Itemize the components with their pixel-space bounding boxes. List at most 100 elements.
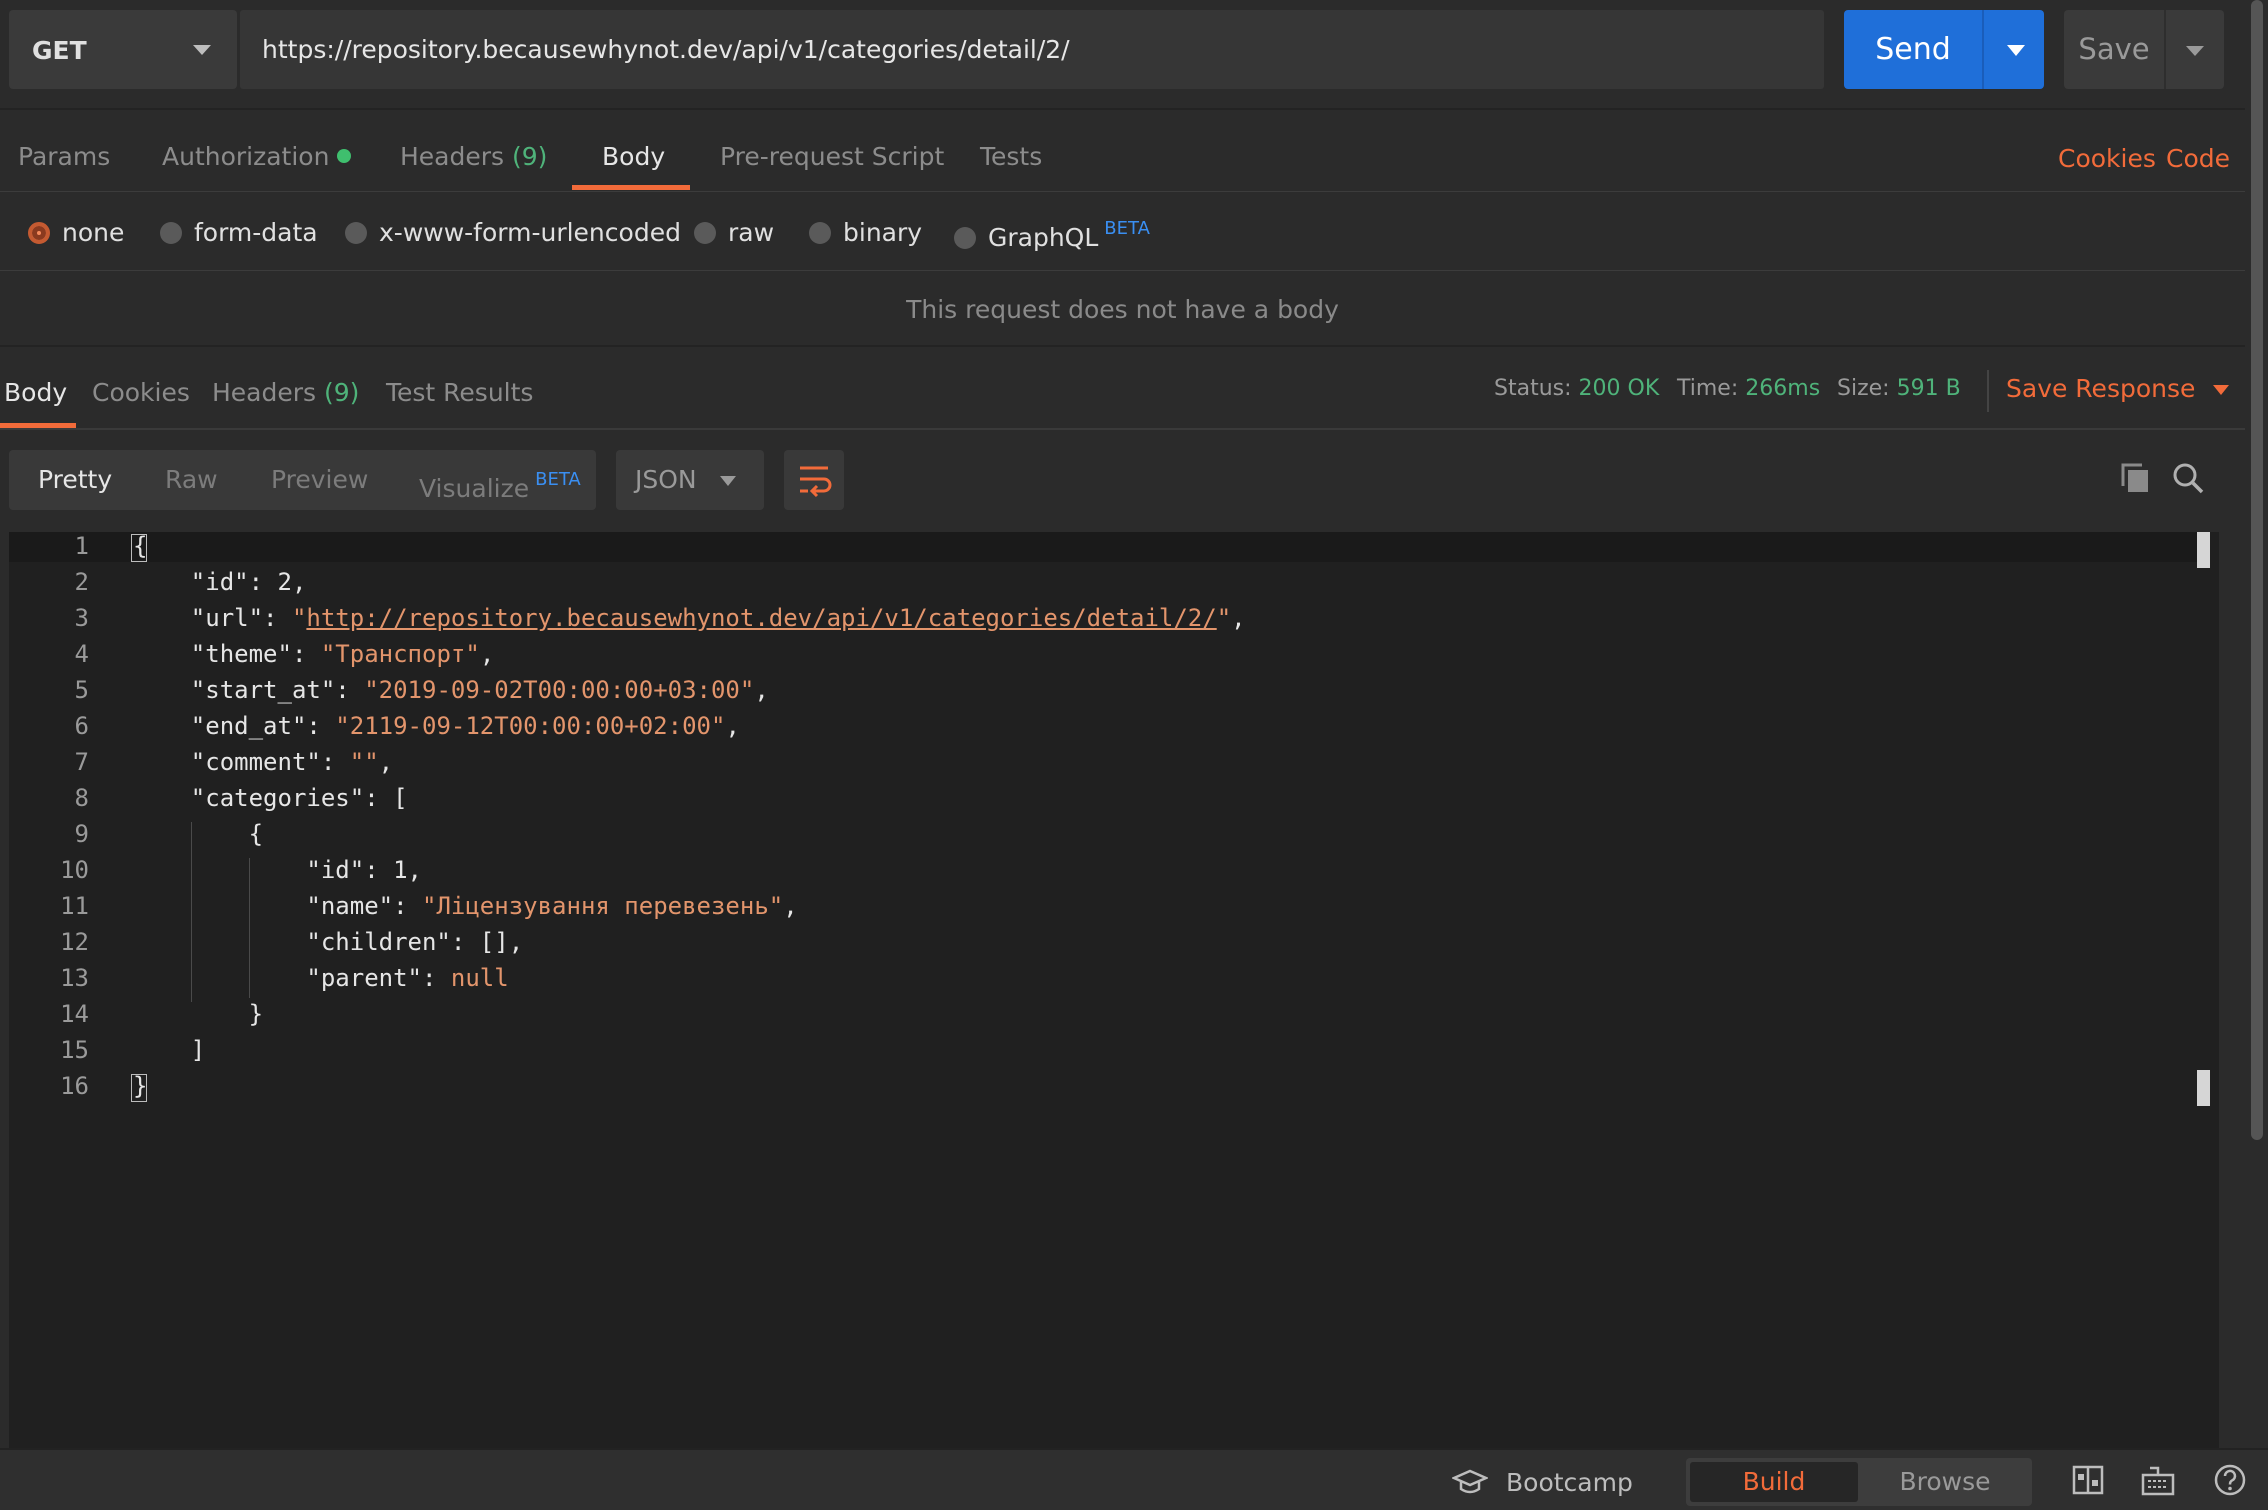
bootcamp-button[interactable]: Bootcamp	[1450, 1468, 1633, 1497]
line-number: 12	[60, 928, 89, 956]
view-pretty-button[interactable]: Pretty	[38, 450, 112, 510]
radio-graphql[interactable]: GraphQL BETA	[954, 218, 1150, 252]
view-preview-button[interactable]: Preview	[271, 450, 368, 510]
keyboard-shortcuts-icon[interactable]	[2140, 1462, 2176, 1498]
code-line: "start_at": "2019-09-02T00:00:00+03:00",	[190, 676, 769, 704]
editor-scrollbar-thumb[interactable]	[2197, 532, 2210, 568]
response-tab-test-results[interactable]: Test Results	[386, 378, 533, 407]
save-options-chevron-icon[interactable]	[2186, 46, 2204, 56]
method-dropdown[interactable]: GET	[9, 10, 237, 89]
tab-body[interactable]: Body	[602, 142, 665, 171]
code-link[interactable]: Code	[2166, 144, 2230, 173]
response-tab-body[interactable]: Body	[4, 378, 67, 407]
send-options-chevron-icon[interactable]	[2007, 45, 2025, 56]
build-browse-toggle: Build Browse	[1686, 1458, 2032, 1506]
radio-form-data[interactable]: form-data	[160, 218, 318, 247]
chevron-down-icon	[193, 45, 211, 55]
format-dropdown[interactable]: JSON	[616, 450, 764, 510]
tab-headers[interactable]: Headers (9)	[400, 142, 547, 171]
chevron-down-icon	[2213, 385, 2230, 395]
tab-tests[interactable]: Tests	[980, 142, 1042, 171]
cookies-link[interactable]: Cookies	[2058, 144, 2156, 173]
request-tabs: Params Authorization Headers (9) Body Pr…	[0, 112, 2245, 192]
code-line: "url": "http://repository.becausewhynot.…	[190, 604, 1246, 632]
radio-binary-label: binary	[843, 218, 923, 247]
bracket: [	[393, 784, 408, 812]
code-line: ]	[133, 1036, 205, 1064]
code-line: "parent": null	[306, 964, 509, 992]
radio-icon	[954, 227, 976, 249]
radio-urlencoded[interactable]: x-www-form-urlencoded	[345, 218, 681, 247]
json-key: "id"	[190, 568, 249, 596]
method-label: GET	[32, 36, 87, 65]
radio-none-label: none	[62, 218, 125, 247]
line-number: 3	[74, 604, 89, 632]
status-bar: Bootcamp Build Browse	[0, 1448, 2268, 1510]
radio-raw[interactable]: raw	[694, 218, 774, 247]
line-number: 8	[74, 784, 89, 812]
send-button[interactable]: Send	[1844, 10, 2044, 89]
search-icon[interactable]	[2168, 458, 2208, 498]
view-raw-button[interactable]: Raw	[165, 450, 218, 510]
code-line: }	[133, 1000, 263, 1028]
help-icon[interactable]	[2212, 1462, 2248, 1498]
no-body-message: This request does not have a body	[0, 272, 2245, 347]
bootcamp-label: Bootcamp	[1506, 1468, 1633, 1497]
status-label: Status:	[1494, 376, 1572, 401]
wrap-lines-icon	[800, 466, 832, 498]
radio-form-data-label: form-data	[194, 218, 318, 247]
radio-icon	[809, 222, 831, 244]
line-number: 6	[74, 712, 89, 740]
json-url-link[interactable]: http://repository.becausewhynot.dev/api/…	[306, 604, 1216, 632]
line-number: 16	[60, 1072, 89, 1100]
two-pane-view-icon[interactable]	[2070, 1462, 2106, 1498]
radio-none[interactable]: none	[28, 218, 124, 247]
radio-binary[interactable]: binary	[809, 218, 922, 247]
json-key: "children"	[306, 928, 451, 956]
tab-authorization-label: Authorization	[162, 142, 330, 171]
code-line: "id": 1,	[306, 856, 422, 884]
wrap-lines-button[interactable]	[784, 450, 844, 510]
chevron-down-icon	[720, 476, 736, 486]
browse-mode-button[interactable]: Browse	[1862, 1462, 2028, 1502]
json-key: "comment"	[190, 748, 321, 776]
line-number: 2	[74, 568, 89, 596]
radio-icon	[694, 222, 716, 244]
copy-icon[interactable]	[2116, 458, 2156, 498]
json-key: "id"	[306, 856, 365, 884]
beta-badge: BETA	[535, 469, 581, 490]
code-line: "id": 2,	[190, 568, 307, 596]
response-tab-cookies[interactable]: Cookies	[92, 378, 190, 407]
json-string: "Ліцензування перевезень"	[422, 892, 784, 920]
meta-divider	[1987, 370, 1989, 412]
view-visualize-button[interactable]: Visualize BETA	[419, 450, 581, 510]
size-label: Size:	[1837, 376, 1890, 401]
json-array: []	[479, 928, 509, 956]
json-null: null	[450, 964, 509, 992]
view-visualize-label: Visualize	[419, 474, 530, 503]
save-button[interactable]: Save	[2064, 10, 2224, 89]
time-value: 266ms	[1745, 376, 1821, 401]
send-label: Send	[1875, 32, 1951, 67]
code-line: "comment": "",	[190, 748, 394, 776]
save-response-button[interactable]: Save Response	[2006, 374, 2230, 403]
page-scrollbar[interactable]	[2247, 0, 2268, 1448]
response-tab-headers[interactable]: Headers (9)	[212, 378, 359, 407]
tab-prerequest-script[interactable]: Pre-request Script	[720, 142, 944, 171]
response-body-editor[interactable]: 1 2 3 4 5 6 7 8 9 10 11 12 13 14 15 16 {…	[9, 532, 2219, 1448]
line-number: 11	[60, 892, 89, 920]
radio-urlencoded-label: x-www-form-urlencoded	[379, 218, 681, 247]
editor-scrollbar-thumb[interactable]	[2197, 1070, 2210, 1106]
tab-params[interactable]: Params	[18, 142, 110, 171]
radio-raw-label: raw	[728, 218, 775, 247]
page-scrollbar-thumb[interactable]	[2251, 0, 2263, 1140]
line-number: 13	[60, 964, 89, 992]
code-line: "categories": [	[190, 784, 408, 812]
url-field[interactable]	[240, 10, 1824, 89]
tab-authorization[interactable]: Authorization	[162, 142, 352, 171]
response-active-tab-indicator	[0, 423, 76, 428]
size-readout: Size: 591 B	[1837, 376, 1961, 401]
response-tab-headers-count: (9)	[324, 378, 360, 407]
build-mode-button[interactable]: Build	[1690, 1462, 1858, 1502]
url-input[interactable]	[240, 10, 1824, 89]
